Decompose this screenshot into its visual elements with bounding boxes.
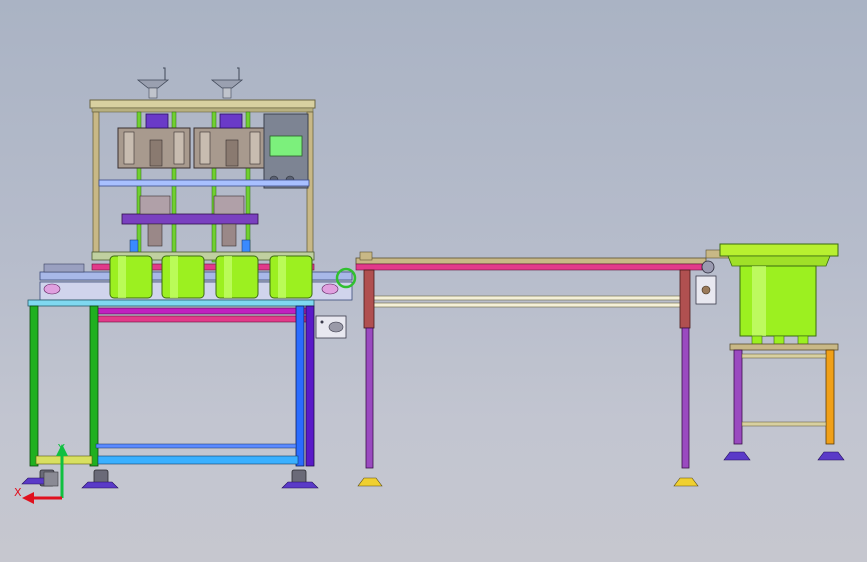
x-axis-arrow-icon [22,492,34,504]
coordinate-triad: Y X [14,442,68,504]
cad-viewport[interactable]: Y X [0,0,867,562]
y-axis-label: Y [57,442,65,455]
x-axis-label: X [14,486,22,499]
